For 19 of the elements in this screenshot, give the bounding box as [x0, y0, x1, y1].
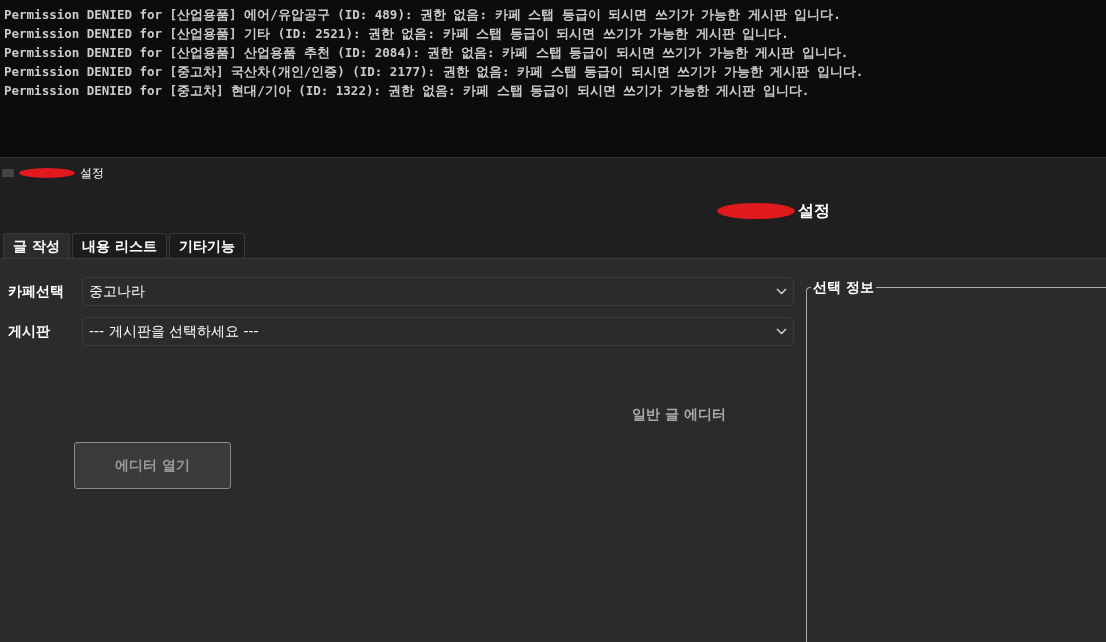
log-line: Permission DENIED for [산업용품] 기타 (ID: 2521): 권한 없음: 카페 스탭 등급이 되시면 쓰기가 가능한 게시판 입니다.	[4, 25, 790, 43]
log-line: Permission DENIED for [중고차] 현대/기아 (ID: 1322): 권한 없음: 카페 스탭 등급이 되시면 쓰기가 가능한 게시판 입니다.	[4, 82, 811, 100]
field-label: 카페선택	[8, 282, 65, 301]
log-line: Permission DENIED for [중고차] 국산차(개인/인증) (ID: 2177): 권한 없음: 카페 스탭 등급이 되시면 쓰기가 가능한 게시판 입니다.	[4, 63, 865, 81]
chevron-down-icon	[776, 288, 787, 295]
tab[interactable]: 글 작성	[3, 233, 70, 258]
field-label: 게시판	[8, 322, 51, 341]
log-line: Permission DENIED for [산업용품] 산업용품 추천 (ID: 2084): 권한 없음: 카페 스탭 등급이 되시면 쓰기가 가능한 게시판 입니다.	[4, 44, 850, 62]
page-heading: 설정	[798, 199, 830, 222]
chevron-down-icon	[776, 328, 787, 335]
redaction-mark	[18, 167, 76, 179]
log-line: Permission DENIED for [산업용품] 에어/유압공구 (ID: 489): 권한 없음: 카페 스탭 등급이 되시면 쓰기가 가능한 게시판 입니다.	[4, 6, 842, 24]
window-title: 설정	[80, 165, 104, 182]
dropdown-field[interactable]: 중고나라	[82, 277, 794, 306]
dropdown-field[interactable]: --- 게시판을 선택하세요 ---	[82, 317, 794, 346]
app-icon	[2, 168, 14, 178]
tab[interactable]: 내용 리스트	[71, 233, 167, 258]
tab[interactable]: 기타기능	[168, 233, 245, 258]
editor-label: 일반 글 에디터	[632, 405, 726, 424]
